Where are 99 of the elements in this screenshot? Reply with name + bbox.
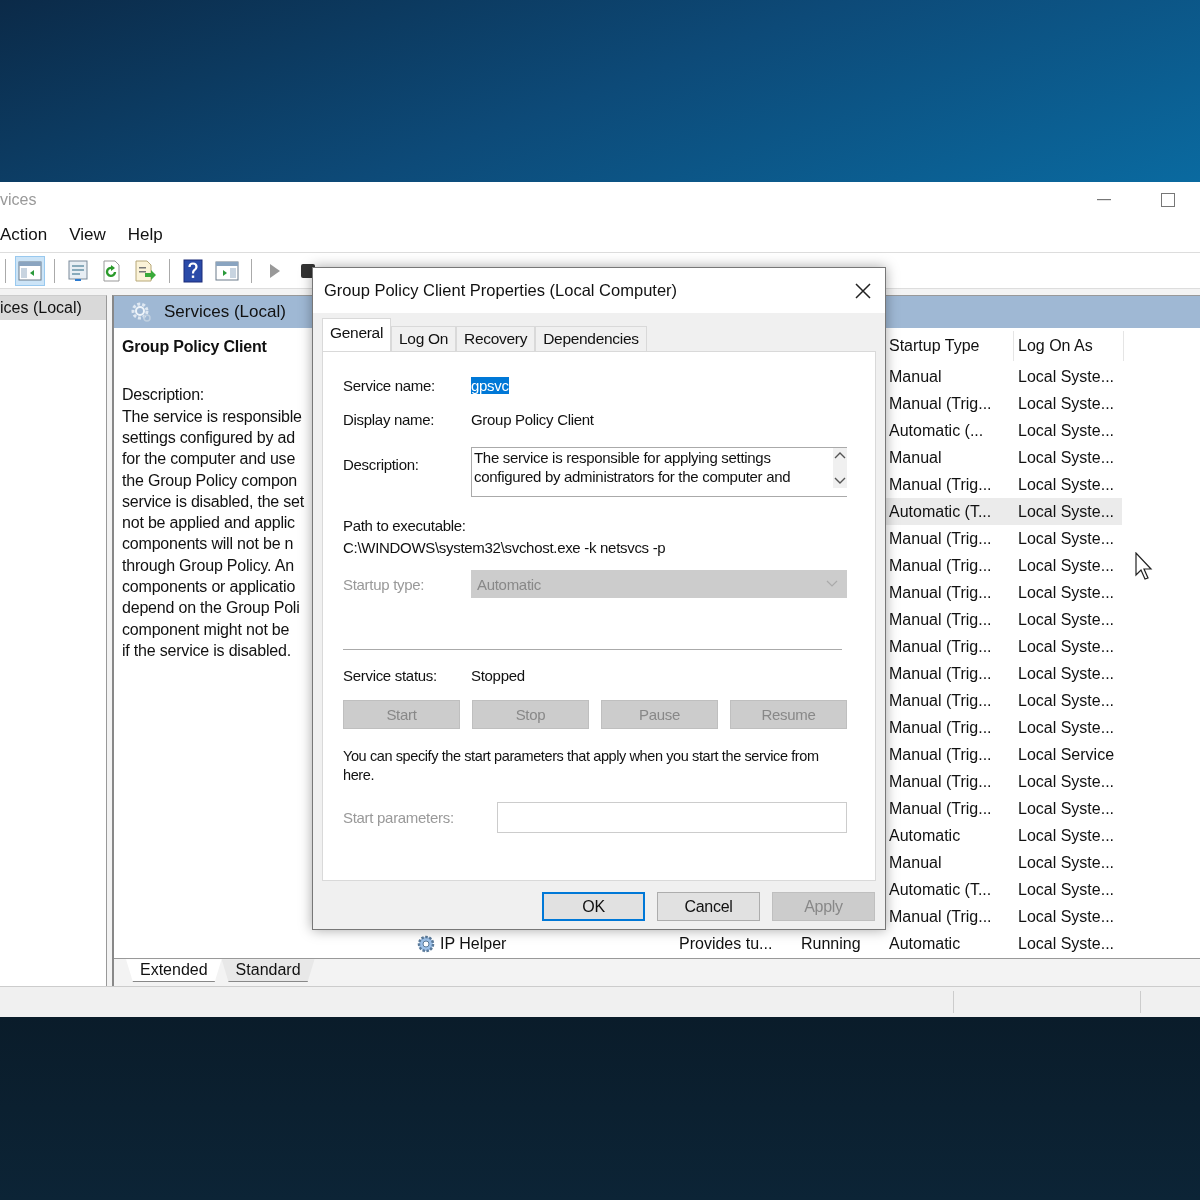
description-text: not be applied and applic xyxy=(122,513,296,534)
close-icon xyxy=(855,282,871,299)
table-cell: Local Syste... xyxy=(1018,907,1115,925)
window-title: vices xyxy=(0,191,37,209)
table-cell: Manual (Trig... xyxy=(889,691,992,709)
table-cell: Manual (Trig... xyxy=(889,394,992,412)
default-button[interactable]: OK xyxy=(542,892,645,921)
description-text: through Group Policy. An xyxy=(122,555,295,576)
field-label: Start parameters: xyxy=(343,809,455,826)
table-cell: Manual xyxy=(889,367,942,385)
table-cell: Local Syste... xyxy=(1018,880,1115,898)
table-cell: Local Syste... xyxy=(1018,772,1115,790)
table-cell: Manual (Trig... xyxy=(889,637,992,655)
table-cell: Running xyxy=(801,934,861,952)
table-cell: Local Syste... xyxy=(1018,799,1115,817)
view-tab[interactable]: Extended xyxy=(126,959,222,983)
field-label: Description: xyxy=(343,456,420,473)
table-cell: Manual (Trig... xyxy=(889,718,992,736)
display-name-value: Group Policy Client xyxy=(471,410,594,428)
table-cell: Manual (Trig... xyxy=(889,745,992,763)
dialog-tab[interactable]: Log On xyxy=(391,326,457,351)
description-text: components or applicatio xyxy=(122,577,297,598)
table-cell: Local Syste... xyxy=(1018,826,1115,844)
table-cell: Local Syste... xyxy=(1018,448,1115,466)
table-cell: Local Syste... xyxy=(1018,934,1115,952)
service-name: IP Helper xyxy=(440,934,507,953)
description-text: components will not be n xyxy=(122,534,295,555)
table-cell: Automatic (... xyxy=(889,421,984,439)
service-row[interactable]: IP Helper Provides tu... Running Automatic Local Syste... xyxy=(313,930,1200,958)
menu-item[interactable]: Help xyxy=(116,224,174,245)
table-cell: Local Syste... xyxy=(1018,475,1115,493)
table-cell: Manual (Trig... xyxy=(889,475,992,493)
table-cell: Local Syste... xyxy=(1018,610,1115,628)
table-cell: Local Syste... xyxy=(1018,853,1115,871)
dialog-button[interactable]: Cancel xyxy=(657,892,760,921)
description-label: Description: xyxy=(122,385,206,406)
service-status-value: Stopped xyxy=(471,667,525,684)
path-value: C:\WINDOWS\system32\svchost.exe -k netsvcs -p xyxy=(343,539,667,556)
dialog-tab[interactable]: General xyxy=(322,318,392,351)
chevron-down-icon xyxy=(826,580,838,588)
dialog-tab[interactable]: Dependencies xyxy=(535,326,647,351)
minimize-icon xyxy=(1097,199,1111,201)
table-cell: Local Syste... xyxy=(1018,664,1115,682)
table-cell: Manual (Trig... xyxy=(889,556,992,574)
field-label: Service status: xyxy=(343,667,438,684)
gear-icon xyxy=(130,301,152,324)
table-cell: Automatic (T... xyxy=(889,502,992,520)
table-cell: Manual (Trig... xyxy=(889,907,992,925)
field-label: Startup type: xyxy=(343,575,426,593)
table-cell: Automatic (T... xyxy=(889,880,992,898)
description-text: if the service is disabled. xyxy=(122,640,292,661)
description-text: settings configured by ad xyxy=(122,428,296,448)
table-cell: Provides tu... xyxy=(679,934,773,952)
table-cell: Local Syste... xyxy=(1018,583,1115,601)
console-tree-button[interactable] xyxy=(15,255,45,286)
field-label: Path to executable: xyxy=(343,517,467,534)
panel-title: Services (Local) xyxy=(164,302,286,323)
menu-item[interactable]: Action xyxy=(0,224,59,245)
dialog-tab[interactable]: Recovery xyxy=(456,326,536,351)
column-header[interactable]: Log On As xyxy=(1014,330,1124,361)
description-field[interactable]: The service is responsible for applying settings configured by administrators for the computer and xyxy=(471,447,847,497)
table-cell: Local Syste... xyxy=(1018,367,1115,385)
table-cell: Automatic xyxy=(889,826,961,844)
table-cell: Local Syste... xyxy=(1018,556,1115,574)
table-cell: Manual (Trig... xyxy=(889,772,992,790)
description-text: depend on the Group Poli xyxy=(122,598,301,619)
scroll-arrows-icon xyxy=(833,448,847,488)
table-cell: Local Service xyxy=(1018,745,1115,763)
maximize-icon xyxy=(1161,193,1175,207)
description-text: The service is responsible xyxy=(122,406,303,427)
service-name-value: gpsvc xyxy=(471,376,509,394)
menu-item[interactable]: View xyxy=(58,224,117,245)
table-cell: Manual (Trig... xyxy=(889,799,992,817)
table-cell: Manual xyxy=(889,448,942,466)
table-cell: Manual (Trig... xyxy=(889,664,992,682)
table-cell: Local Syste... xyxy=(1018,394,1115,412)
table-cell: Local Syste... xyxy=(1018,529,1115,547)
dialog-title: Group Policy Client Properties (Local Computer) xyxy=(324,281,678,300)
description-text: component might not be xyxy=(122,619,291,640)
view-tab[interactable]: Standard xyxy=(221,959,315,983)
description-text: service is disabled, the set xyxy=(122,491,306,512)
table-cell: Manual (Trig... xyxy=(889,583,992,601)
table-cell: Automatic xyxy=(889,934,961,952)
description-text: for the computer and use xyxy=(122,449,297,470)
table-cell: Local Syste... xyxy=(1018,637,1115,655)
table-cell: Manual (Trig... xyxy=(889,529,992,547)
tree-item[interactable]: ices (Local) xyxy=(0,296,106,321)
table-cell: Local Syste... xyxy=(1018,718,1115,736)
table-cell: Manual xyxy=(889,853,942,871)
table-cell: Local Syste... xyxy=(1018,691,1115,709)
table-cell: Manual (Trig... xyxy=(889,610,992,628)
gear-icon xyxy=(416,933,436,954)
service-title: Group Policy Client xyxy=(122,338,268,358)
table-cell: Local Syste... xyxy=(1018,421,1115,439)
field-label: Service name: xyxy=(343,376,436,394)
field-label: Display name: xyxy=(343,410,436,428)
description-text: the Group Policy compon xyxy=(122,470,299,491)
table-cell: Local Syste... xyxy=(1018,502,1115,520)
hint-text: You can specify the start parameters that apply when you start the service from here. xyxy=(343,747,820,785)
